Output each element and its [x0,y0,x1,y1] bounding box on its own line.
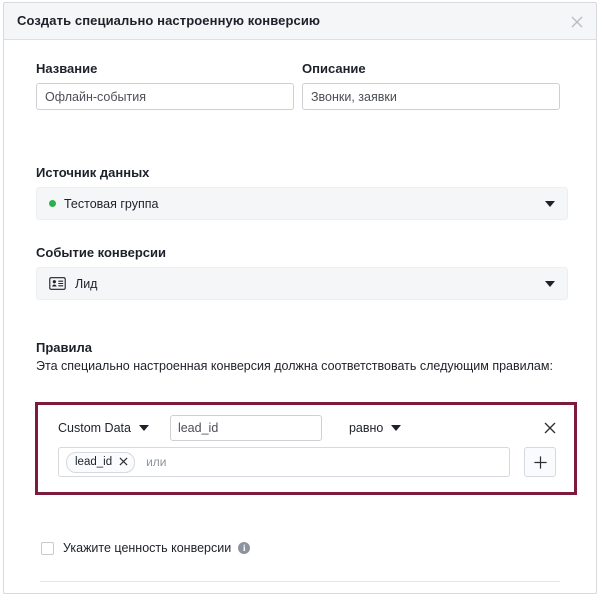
conversion-value-label: Укажите ценность конверсии [63,541,232,555]
status-dot-icon [49,200,56,207]
rule-row-primary: Custom Data равно [58,414,560,442]
rule-operator-select[interactable]: равно [348,421,402,435]
description-label: Описание [302,61,366,76]
value-token-label: lead_id [75,456,113,468]
dialog-header: Создать специально настроенную конверсию [4,3,596,40]
rule-source-select[interactable]: Custom Data [58,421,149,435]
rules-title: Правила [36,340,92,355]
rule-key-input[interactable] [169,415,322,441]
or-separator-label: или [146,455,167,469]
chevron-down-icon [545,200,555,207]
description-field-group: Описание [302,61,568,110]
close-icon[interactable] [567,12,587,32]
contact-card-icon [49,277,66,290]
name-field-group: Название [36,61,302,110]
create-custom-conversion-dialog: Создать специально настроенную конверсию… [3,2,597,594]
remove-token-icon[interactable] [119,456,128,468]
chevron-down-icon [391,425,402,431]
rules-description: Эта специально настроенная конверсия дол… [36,359,553,373]
footer-divider [40,581,560,582]
conversion-value-row: Укажите ценность конверсии i [41,541,251,555]
dialog-body: Название Описание Источник данных Тестов… [4,40,596,593]
name-input[interactable] [36,83,294,110]
rules-highlight-box: Custom Data равно lead_id [35,402,577,495]
data-source-label: Источник данных [36,165,150,180]
conversion-event-group: Событие конверсии Лид [36,245,568,300]
conversion-event-label: Событие конверсии [36,245,166,260]
rules-section: Правила Эта специально настроенная конве… [36,340,571,375]
data-source-select[interactable]: Тестовая группа [36,187,568,220]
info-icon[interactable]: i [238,542,251,554]
rule-operator-value: равно [348,421,384,435]
name-description-row: Название Описание [36,61,568,110]
rule-source-value: Custom Data [58,421,131,435]
value-token[interactable]: lead_id [66,451,136,473]
conversion-event-select[interactable]: Лид [36,267,568,300]
chevron-down-icon [138,425,149,431]
rule-values-input[interactable]: lead_id или [58,447,510,477]
data-source-group: Источник данных Тестовая группа [36,165,568,220]
description-input[interactable] [302,83,560,110]
conversion-event-value: Лид [75,276,98,291]
chevron-down-icon [545,280,555,287]
dialog-title: Создать специально настроенную конверсию [17,13,321,28]
data-source-value: Тестовая группа [64,196,159,211]
conversion-value-checkbox[interactable] [41,541,54,555]
rule-row-values: lead_id или [58,447,560,477]
name-label: Название [36,61,98,76]
remove-rule-icon[interactable] [540,418,560,438]
add-rule-button[interactable] [524,447,556,477]
